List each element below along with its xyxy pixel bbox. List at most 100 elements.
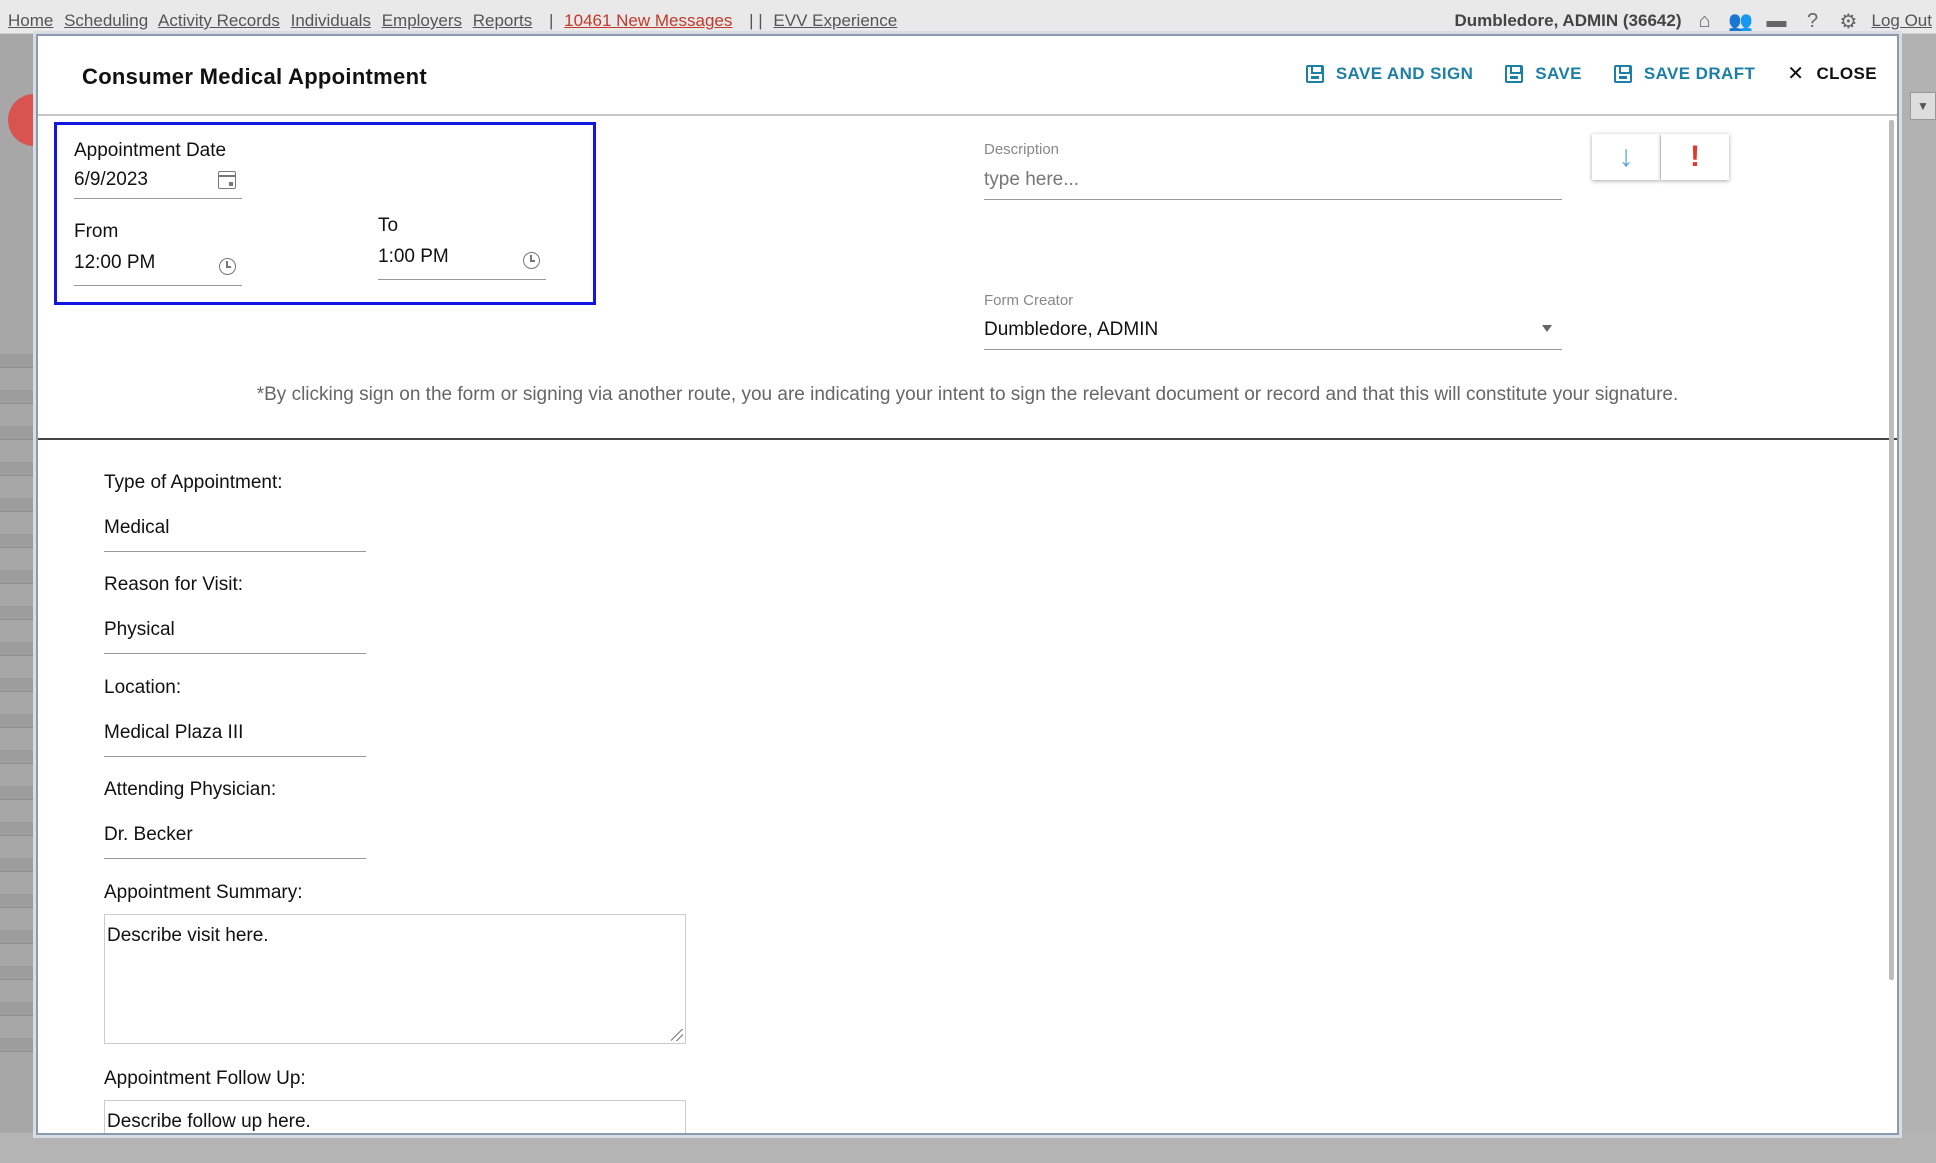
background-row: [0, 786, 36, 800]
consumer-medical-appointment-dialog: Consumer Medical Appointment SAVE AND SI…: [36, 34, 1899, 1135]
nav-links: Home Scheduling Activity Records Individ…: [8, 11, 903, 31]
appointment-follow-up-textarea[interactable]: Describe follow up here.: [104, 1100, 686, 1133]
background-row: [0, 750, 36, 764]
clock-icon[interactable]: [523, 252, 540, 269]
folder-icon[interactable]: ▬: [1764, 9, 1790, 33]
users-icon[interactable]: 👥: [1728, 9, 1754, 33]
dialog-header: Consumer Medical Appointment SAVE AND SI…: [38, 36, 1897, 116]
section-divider: [38, 438, 1897, 440]
description-input[interactable]: type here...: [984, 163, 1562, 200]
appointment-date-input[interactable]: 6/9/2023: [74, 163, 242, 199]
background-row: [0, 966, 36, 980]
appointment-follow-up-value: Describe follow up here.: [107, 1111, 311, 1132]
background-row: [0, 462, 36, 476]
nav-separator: | |: [749, 11, 763, 30]
current-user-name: Dumbledore, ADMIN (36642): [1454, 11, 1681, 31]
background-bottom-panel: [0, 1133, 1936, 1163]
nav-link-activity-records[interactable]: Activity Records: [158, 11, 280, 30]
user-id: (36642): [1622, 11, 1682, 30]
user-name: Dumbledore, ADMIN: [1454, 11, 1619, 30]
background-row: [0, 354, 36, 368]
location-input[interactable]: Medical Plaza III: [104, 722, 366, 757]
nav-link-messages[interactable]: 10461 New Messages: [564, 11, 732, 30]
background-row: [0, 858, 36, 872]
description-placeholder: type here...: [984, 169, 1080, 190]
type-of-appointment-label: Type of Appointment:: [104, 472, 283, 493]
background-row: [0, 498, 36, 512]
save-and-sign-button[interactable]: SAVE AND SIGN: [1305, 64, 1474, 84]
low-priority-button[interactable]: ↓: [1592, 134, 1660, 180]
background-row: [0, 714, 36, 728]
exclamation-icon: !: [1690, 140, 1700, 173]
from-time-input[interactable]: 12:00 PM: [74, 246, 242, 286]
reason-for-visit-value: Physical: [104, 619, 175, 640]
background-row: [0, 930, 36, 944]
arrow-down-icon: ↓: [1618, 140, 1634, 173]
form-creator-label: Form Creator: [984, 292, 1074, 309]
close-button[interactable]: ✕ CLOSE: [1787, 64, 1877, 84]
from-time-value: 12:00 PM: [74, 252, 156, 273]
save-draft-button[interactable]: SAVE DRAFT: [1613, 64, 1755, 84]
nav-link-individuals[interactable]: Individuals: [291, 11, 371, 30]
from-time-label: From: [74, 221, 119, 242]
type-of-appointment-value: Medical: [104, 517, 170, 538]
appointment-datetime-group: Appointment Date 6/9/2023 From 12:00 PM …: [54, 122, 596, 305]
appointment-summary-label: Appointment Summary:: [104, 882, 303, 903]
background-row: [0, 894, 36, 908]
to-time-label: To: [378, 215, 399, 236]
nav-link-employers[interactable]: Employers: [382, 11, 462, 30]
background-left-panel: [0, 34, 60, 1163]
reason-for-visit-input[interactable]: Physical: [104, 619, 366, 654]
appointment-summary-textarea[interactable]: Describe visit here.: [104, 914, 686, 1044]
attending-physician-value: Dr. Becker: [104, 824, 193, 845]
chevron-down-icon: [1542, 325, 1552, 332]
background-row: [0, 1002, 36, 1016]
background-row: [0, 426, 36, 440]
calendar-icon[interactable]: [218, 171, 236, 189]
type-of-appointment-input[interactable]: Medical: [104, 517, 366, 552]
home-icon[interactable]: ⌂: [1692, 9, 1718, 33]
background-row: [0, 570, 36, 584]
location-value: Medical Plaza III: [104, 722, 244, 743]
reason-for-visit-label: Reason for Visit:: [104, 574, 244, 595]
background-row: [0, 678, 36, 692]
top-navigation-bar: Home Scheduling Activity Records Individ…: [0, 0, 1936, 34]
save-label: SAVE: [1535, 64, 1582, 83]
nav-link-reports[interactable]: Reports: [473, 11, 533, 30]
appointment-date-value: 6/9/2023: [74, 169, 148, 190]
appointment-date-label: Appointment Date: [74, 140, 227, 161]
background-row: [0, 390, 36, 404]
background-row: [0, 1038, 36, 1052]
save-icon: [1305, 65, 1324, 83]
high-priority-button[interactable]: !: [1661, 134, 1729, 180]
background-dropdown-icon[interactable]: ▼: [1910, 92, 1936, 120]
save-and-sign-label: SAVE AND SIGN: [1335, 64, 1474, 83]
attending-physician-label: Attending Physician:: [104, 779, 277, 800]
appointment-summary-value: Describe visit here.: [107, 925, 269, 946]
to-time-value: 1:00 PM: [378, 246, 449, 267]
signature-disclaimer: *By clicking sign on the form or signing…: [256, 384, 1679, 405]
background-row: [0, 534, 36, 548]
close-label: CLOSE: [1816, 64, 1877, 83]
clock-icon[interactable]: [219, 258, 236, 275]
dialog-scrollbar[interactable]: [1889, 120, 1894, 980]
location-label: Location:: [104, 677, 182, 698]
logout-link[interactable]: Log Out: [1872, 11, 1936, 31]
dialog-actions: SAVE AND SIGN SAVE SAVE DRAFT ✕ CLOSE: [1274, 64, 1877, 84]
save-button[interactable]: SAVE: [1505, 64, 1582, 84]
to-time-input[interactable]: 1:00 PM: [378, 240, 546, 280]
background-row: [0, 642, 36, 656]
nav-separator: |: [549, 11, 554, 30]
background-right-panel: ▼: [1896, 34, 1936, 1163]
nav-user-area: Dumbledore, ADMIN (36642) ⌂ 👥 ▬ ? ⚙ Log …: [1454, 9, 1936, 33]
attending-physician-input[interactable]: Dr. Becker: [104, 824, 366, 859]
nav-link-scheduling[interactable]: Scheduling: [64, 11, 148, 30]
nav-link-home[interactable]: Home: [8, 11, 53, 30]
form-creator-select[interactable]: Dumbledore, ADMIN: [984, 312, 1562, 350]
help-icon[interactable]: ?: [1800, 9, 1826, 33]
description-label: Description: [984, 141, 1060, 158]
gear-icon[interactable]: ⚙: [1836, 9, 1862, 33]
save-icon: [1613, 65, 1632, 83]
nav-link-evv[interactable]: EVV Experience: [773, 11, 897, 30]
resize-handle[interactable]: [671, 1029, 683, 1041]
